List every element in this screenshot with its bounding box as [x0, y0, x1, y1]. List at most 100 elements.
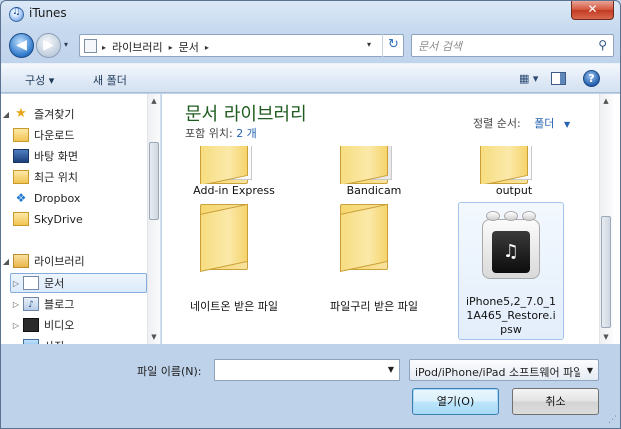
- file-type-filter-dropdown[interactable]: iPod/iPhone/iPad 소프트웨어 파일 (*.ipsw) ▼: [409, 359, 599, 381]
- breadcrumb-separator-icon[interactable]: ▸: [102, 43, 106, 52]
- recent-places-icon: [13, 170, 29, 184]
- organize-menu-button[interactable]: 구성 ▾: [25, 72, 54, 88]
- list-item-selected[interactable]: ♫ iPhone5,2_7.0_11A465_Restore.ipsw: [458, 202, 564, 340]
- refresh-button[interactable]: ↻: [382, 34, 404, 57]
- video-icon: [23, 318, 39, 332]
- cancel-button[interactable]: 취소: [512, 388, 599, 415]
- ipsw-file-icon: ♫: [478, 211, 544, 283]
- file-name: 파일구리 받은 파일: [330, 300, 418, 313]
- skydrive-folder-icon: [13, 212, 29, 226]
- sidebar-item-documents[interactable]: ▷ 문서: [10, 273, 147, 293]
- change-view-button[interactable]: ▦ ▾: [519, 72, 538, 85]
- includes-label: 포함 위치:: [185, 127, 233, 140]
- sidebar-item-label: 블로그: [44, 298, 75, 311]
- chevron-down-icon[interactable]: ▼: [587, 366, 593, 375]
- back-button[interactable]: ◀: [9, 33, 34, 58]
- recent-pages-dropdown-icon[interactable]: ▾: [64, 40, 68, 49]
- sidebar-item-label: SkyDrive: [34, 212, 83, 226]
- documents-icon: [23, 276, 39, 290]
- star-icon: ★: [15, 106, 27, 121]
- search-icon[interactable]: ⚲: [598, 38, 607, 52]
- expand-icon[interactable]: ▷: [11, 342, 21, 345]
- breadcrumb-separator-icon[interactable]: ▸: [169, 43, 173, 52]
- desktop-icon: [13, 149, 29, 163]
- arrange-by-dropdown[interactable]: 폴더: [534, 117, 554, 130]
- includes-count-link[interactable]: 2 개: [236, 127, 257, 140]
- sidebar-item-libraries[interactable]: ◢ 라이브러리: [1, 251, 147, 271]
- sidebar-item-label: Dropbox: [34, 191, 81, 205]
- breadcrumb-separator-icon[interactable]: ▸: [205, 43, 209, 52]
- sidebar-item-downloads[interactable]: 다운로드: [1, 125, 147, 145]
- folder-icon: [336, 203, 412, 272]
- folder-location-icon: [84, 39, 97, 53]
- expand-icon[interactable]: ▷: [11, 279, 21, 288]
- collapse-icon[interactable]: ◢: [1, 110, 11, 119]
- search-box[interactable]: ⚲: [411, 34, 614, 57]
- sidebar-item-skydrive[interactable]: SkyDrive: [1, 209, 147, 229]
- address-bar[interactable]: ▸ 라이브러리 ▸ 문서 ▸: [79, 34, 404, 57]
- file-name: Bandicam: [346, 184, 402, 197]
- library-icon: ♪: [23, 297, 39, 311]
- library-title: 문서 라이브러리: [185, 104, 307, 125]
- sidebar-item-blog[interactable]: ▷ ♪ 블로그: [11, 294, 157, 314]
- open-button[interactable]: 열기(O): [412, 388, 499, 415]
- list-item[interactable]: output: [454, 146, 574, 198]
- breadcrumb-documents[interactable]: 문서: [179, 39, 199, 55]
- arrange-by: 정렬 순서: 폴더 ▼: [473, 115, 570, 131]
- sidebar-item-dropbox[interactable]: ❖ Dropbox: [1, 188, 147, 208]
- search-input[interactable]: [418, 38, 588, 54]
- resize-grip-icon[interactable]: ⋰: [608, 415, 617, 425]
- breadcrumb: ▸ 라이브러리 ▸ 문서 ▸: [102, 39, 209, 55]
- chevron-down-icon[interactable]: ▼: [388, 365, 394, 374]
- scroll-down-icon[interactable]: ▼: [148, 330, 160, 344]
- sidebar-item-label: 비디오: [44, 319, 75, 332]
- libraries-icon: [13, 254, 29, 268]
- sidebar-item-videos[interactable]: ▷ 비디오: [11, 315, 157, 335]
- forward-button[interactable]: ▶: [36, 33, 61, 58]
- preview-pane-icon[interactable]: [551, 72, 566, 85]
- list-item[interactable]: Bandicam: [314, 146, 434, 198]
- sidebar-item-label: 사진: [44, 338, 64, 344]
- filename-field[interactable]: [219, 363, 379, 378]
- list-item[interactable]: 네이트온 받은 파일: [174, 203, 294, 314]
- file-name: 네이트온 받은 파일: [190, 300, 278, 313]
- filename-combobox[interactable]: ▼: [214, 359, 400, 381]
- scrollbar-thumb[interactable]: [149, 142, 159, 220]
- close-button[interactable]: ✕: [571, 1, 614, 20]
- file-name: Add-in Express: [193, 184, 275, 197]
- folder-icon: [454, 146, 574, 184]
- command-bar: 구성 ▾ 새 폴더 ▦ ▾ ?: [1, 63, 620, 93]
- arrange-dropdown-icon[interactable]: ▼: [564, 120, 570, 129]
- sidebar-item-pictures[interactable]: ▷ 사진: [11, 336, 157, 344]
- new-folder-button[interactable]: 새 폴더: [93, 72, 127, 88]
- file-name: iPhone5,2_7.0_11A465_Restore.ipsw: [465, 295, 557, 336]
- open-file-dialog: iTunes ✕ ◀ ▶ ▾ ▸ 라이브러리 ▸ 문서 ▸ ▾ ↻ ⚲ 구성 ▾…: [0, 0, 621, 429]
- scroll-up-icon[interactable]: ▲: [148, 94, 160, 108]
- breadcrumb-libraries[interactable]: 라이브러리: [112, 39, 163, 55]
- list-item[interactable]: 파일구리 받은 파일: [314, 203, 434, 314]
- sidebar-item-label: 라이브러리: [34, 255, 85, 268]
- folder-icon: [174, 146, 294, 184]
- address-dropdown-icon[interactable]: ▾: [367, 40, 371, 49]
- folder-icon: [196, 203, 272, 272]
- file-list-scrollbar[interactable]: ▲ ▼: [599, 94, 613, 344]
- sidebar-item-desktop[interactable]: 바탕 화면: [1, 146, 147, 166]
- sidebar-item-favorites[interactable]: ◢ ★ 즐겨찾기: [1, 104, 147, 124]
- downloads-folder-icon: [13, 128, 29, 142]
- expand-icon[interactable]: ▷: [11, 300, 21, 309]
- scrollbar-thumb[interactable]: [601, 216, 611, 328]
- navigation-bar: ◀ ▶ ▾ ▸ 라이브러리 ▸ 문서 ▸ ▾ ↻ ⚲: [1, 31, 620, 61]
- collapse-icon[interactable]: ◢: [1, 257, 11, 266]
- sidebar-item-recent-places[interactable]: 최근 위치: [1, 167, 147, 187]
- navigation-pane-scrollbar[interactable]: ▲ ▼: [147, 94, 160, 344]
- list-item[interactable]: Add-in Express: [174, 146, 294, 198]
- sidebar-item-label: 최근 위치: [34, 171, 78, 184]
- help-icon[interactable]: ?: [583, 70, 600, 87]
- expand-icon[interactable]: ▷: [11, 321, 21, 330]
- scroll-down-icon[interactable]: ▼: [600, 330, 612, 344]
- sidebar-item-label: 바탕 화면: [34, 150, 78, 163]
- sidebar-item-label: 즐겨찾기: [34, 108, 75, 121]
- sidebar-item-label: 다운로드: [34, 129, 75, 142]
- filename-label: 파일 이름(N):: [137, 365, 202, 378]
- scroll-up-icon[interactable]: ▲: [600, 94, 612, 108]
